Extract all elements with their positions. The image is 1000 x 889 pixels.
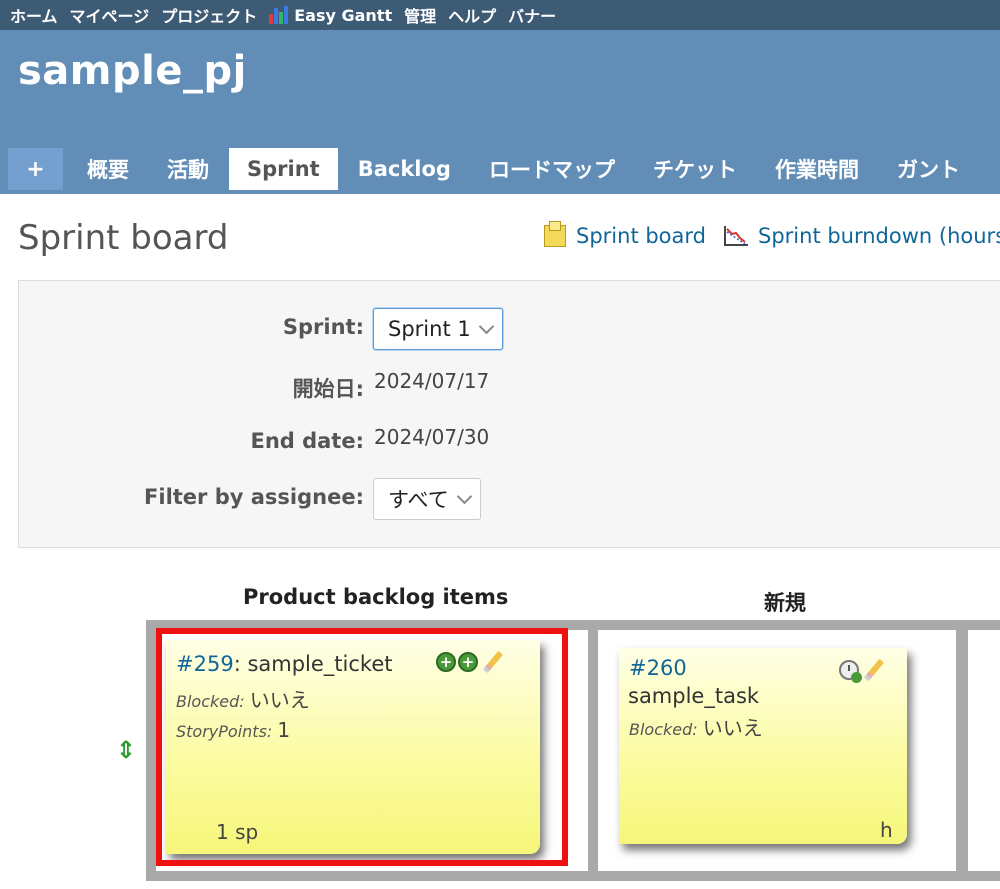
assignee-filter-select[interactable]: すべて <box>373 478 481 520</box>
end-date-label: End date: <box>250 429 364 453</box>
drag-handle-icon[interactable]: ⇕ <box>116 736 136 764</box>
menu-projects[interactable]: プロジェクト <box>161 3 257 27</box>
page-title: Sprint board <box>18 218 229 258</box>
main-menu-tabs: + 概要 活動 Sprint Backlog ロードマップ チケット 作業時間 … <box>8 148 980 190</box>
tab-new-object[interactable]: + <box>8 148 63 190</box>
sprint-label: Sprint: <box>282 315 364 339</box>
menu-help[interactable]: ヘルプ <box>448 3 496 27</box>
tab-backlog[interactable]: Backlog <box>340 148 469 190</box>
menu-banner[interactable]: バナー <box>508 3 556 27</box>
top-menu: ホーム マイページ プロジェクト Easy Gantt 管理 ヘルプ バナー <box>0 0 1000 30</box>
sprint-board-link[interactable]: Sprint board <box>544 221 706 248</box>
end-date-value: 2024/07/30 <box>374 425 490 449</box>
issue-subject: sample_task <box>628 684 760 708</box>
assignee-filter-value: すべて <box>388 488 449 512</box>
tab-overview[interactable]: 概要 <box>69 148 147 190</box>
board-links: Sprint board Sprint burndown (hours) <box>544 221 1000 248</box>
log-time-icon[interactable] <box>839 660 862 683</box>
board-cell-next <box>968 630 1000 871</box>
card-actions <box>839 658 885 683</box>
assignee-filter-label: Filter by assignee: <box>144 485 364 509</box>
tab-sprint[interactable]: Sprint <box>229 148 338 190</box>
sprint-select-value: Sprint 1 <box>388 317 471 341</box>
sprint-select[interactable]: Sprint 1 <box>373 308 503 350</box>
sprint-burndown-link-label: Sprint burndown (hours) <box>758 224 1000 248</box>
card-footer: h <box>880 818 893 842</box>
blocked-label: Blocked: <box>629 720 698 739</box>
burndown-chart-icon <box>724 226 748 246</box>
tab-issues[interactable]: チケット <box>635 148 755 190</box>
tab-activity[interactable]: 活動 <box>149 148 227 190</box>
menu-easy-gantt-label: Easy Gantt <box>294 5 393 25</box>
task-card[interactable]: #260 sample_task Blocked: いいえ h <box>619 648 907 844</box>
chevron-down-icon <box>478 318 494 334</box>
edit-pencil-icon[interactable] <box>863 658 885 682</box>
highlight-box <box>156 628 568 866</box>
start-date-label: 開始日: <box>292 377 364 401</box>
blocked-value: いいえ <box>702 716 763 740</box>
gantt-chart-icon <box>269 6 289 24</box>
menu-easy-gantt[interactable]: Easy Gantt <box>269 6 392 25</box>
sprint-board-link-label: Sprint board <box>576 224 706 248</box>
menu-home[interactable]: ホーム <box>10 3 58 27</box>
column-header-new: 新規 <box>764 591 806 615</box>
tab-time-entries[interactable]: 作業時間 <box>757 148 877 190</box>
sprint-burndown-link[interactable]: Sprint burndown (hours) <box>722 224 1000 248</box>
start-date-value: 2024/07/17 <box>374 369 490 393</box>
tab-roadmap[interactable]: ロードマップ <box>471 148 633 190</box>
project-title: sample_pj <box>18 48 247 94</box>
issue-id-link[interactable]: #260 <box>629 656 687 680</box>
chevron-down-icon <box>456 488 472 504</box>
tab-gantt[interactable]: ガント <box>879 148 978 190</box>
menu-my-page[interactable]: マイページ <box>70 3 150 27</box>
header: sample_pj + 概要 活動 Sprint Backlog ロードマップ … <box>0 30 1000 194</box>
column-header-backlog: Product backlog items <box>243 585 509 609</box>
sprint-board-icon <box>544 221 566 247</box>
filter-box: Sprint: Sprint 1 開始日: 2024/07/17 End dat… <box>18 280 1000 548</box>
menu-admin[interactable]: 管理 <box>404 3 436 27</box>
